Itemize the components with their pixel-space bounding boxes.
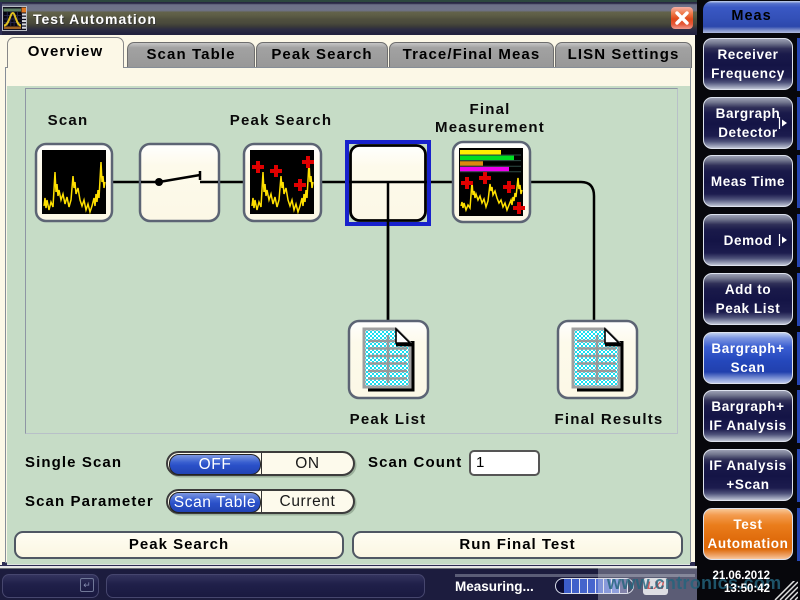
svg-text:Final Results: Final Results xyxy=(555,411,664,428)
svg-text:Measurement: Measurement xyxy=(435,119,545,136)
svg-text:Peak Search: Peak Search xyxy=(230,112,332,129)
svg-text:Final: Final xyxy=(469,101,510,118)
svg-text:Scan: Scan xyxy=(48,112,89,129)
svg-text:Peak List: Peak List xyxy=(350,411,427,428)
